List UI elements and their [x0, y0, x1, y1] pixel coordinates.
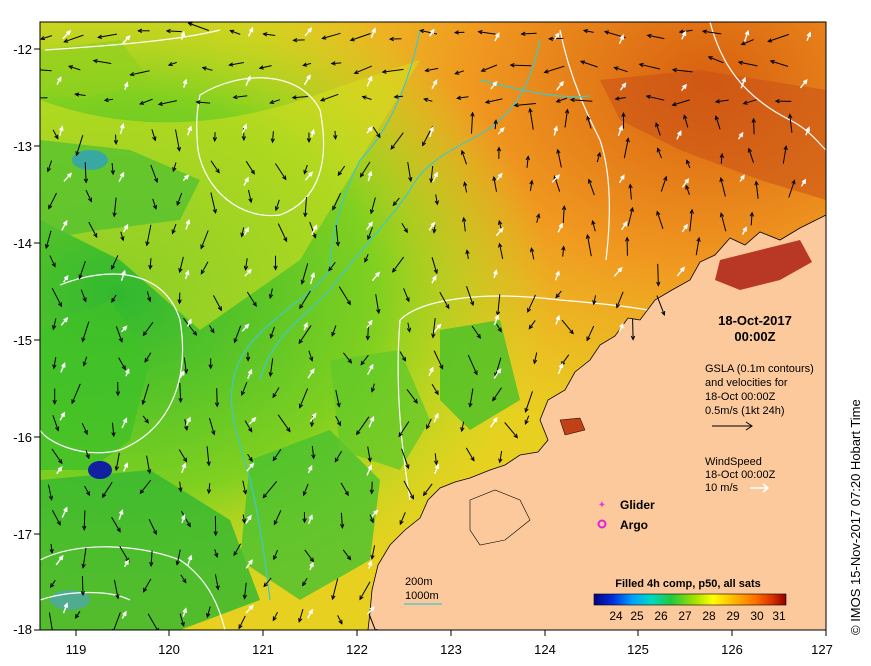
wind-caption: WindSpeed [705, 456, 762, 468]
gsla-caption: 18-Oct 00:00Z [705, 391, 776, 403]
wind-caption: 18-Oct 00:00Z [705, 469, 776, 481]
glider-label: Glider [620, 498, 655, 512]
current-arrow [510, 64, 532, 67]
gsla-caption: GSLA (0.1m contours) [705, 363, 814, 375]
colorbar-tick: 24 [609, 609, 623, 623]
cold-spot [88, 461, 112, 479]
x-tick-label: 119 [66, 642, 87, 657]
gsla-caption: 0.5m/s (1kt 24h) [705, 405, 784, 417]
current-arrow [216, 388, 218, 407]
isobath-1000-label: 1000m [405, 590, 439, 602]
current-arrow [81, 575, 84, 595]
x-axis: 119 120 121 122 123 124 125 126 127 [66, 630, 833, 657]
current-arrow [166, 30, 182, 33]
current-arrow [753, 118, 755, 135]
colorbar-tick: 29 [726, 609, 740, 623]
y-tick-label: -17 [13, 527, 32, 542]
colorbar-tick: 30 [750, 609, 764, 623]
sst-map: 119 120 121 122 123 124 125 126 127 -12 … [13, 21, 863, 657]
y-tick-label: -12 [13, 42, 32, 57]
x-tick-label: 125 [627, 642, 649, 657]
colorbar-tick: 26 [654, 609, 668, 623]
colorbar-tick: 27 [678, 609, 692, 623]
y-tick-label: -13 [13, 139, 32, 154]
x-tick-label: 123 [440, 642, 462, 657]
colorbar-title: Filled 4h comp, p50, all sats [615, 578, 761, 590]
current-arrow [549, 37, 564, 40]
current-arrow [657, 263, 659, 286]
panel-date: 18-Oct-2017 [718, 313, 792, 328]
y-tick-label: -15 [13, 333, 32, 348]
plot-area [26, 22, 826, 630]
x-tick-label: 121 [252, 642, 274, 657]
colorbar-tick: 31 [772, 609, 786, 623]
x-tick-label: 127 [811, 642, 833, 657]
x-tick-label: 120 [158, 642, 180, 657]
gsla-caption: and velocities for [705, 377, 788, 389]
colorbar-tick: 28 [702, 609, 716, 623]
current-arrow [40, 97, 48, 99]
colorbar-tick: 25 [630, 609, 644, 623]
current-arrow [632, 318, 634, 340]
x-tick-label: 122 [346, 642, 368, 657]
imos-credit: © IMOS 15-Nov-2017 07:20 Hobart Time [848, 399, 863, 635]
y-axis: -12 -13 -14 -15 -16 -17 -18 [13, 42, 40, 637]
isobath-200-label: 200m [405, 576, 433, 588]
colorbar-strip [593, 593, 787, 606]
glider-marker: ✦ [598, 500, 606, 511]
panel-time: 00:00Z [734, 329, 775, 344]
y-tick-label: -16 [13, 430, 32, 445]
x-tick-label: 126 [721, 642, 743, 657]
y-tick-label: -14 [13, 236, 32, 251]
argo-label: Argo [620, 518, 648, 532]
wind-caption: 10 m/s [705, 482, 739, 494]
y-tick-label: -18 [13, 622, 32, 637]
current-arrow-head [26, 96, 30, 100]
current-arrow [83, 510, 86, 530]
x-tick-label: 124 [534, 642, 556, 657]
